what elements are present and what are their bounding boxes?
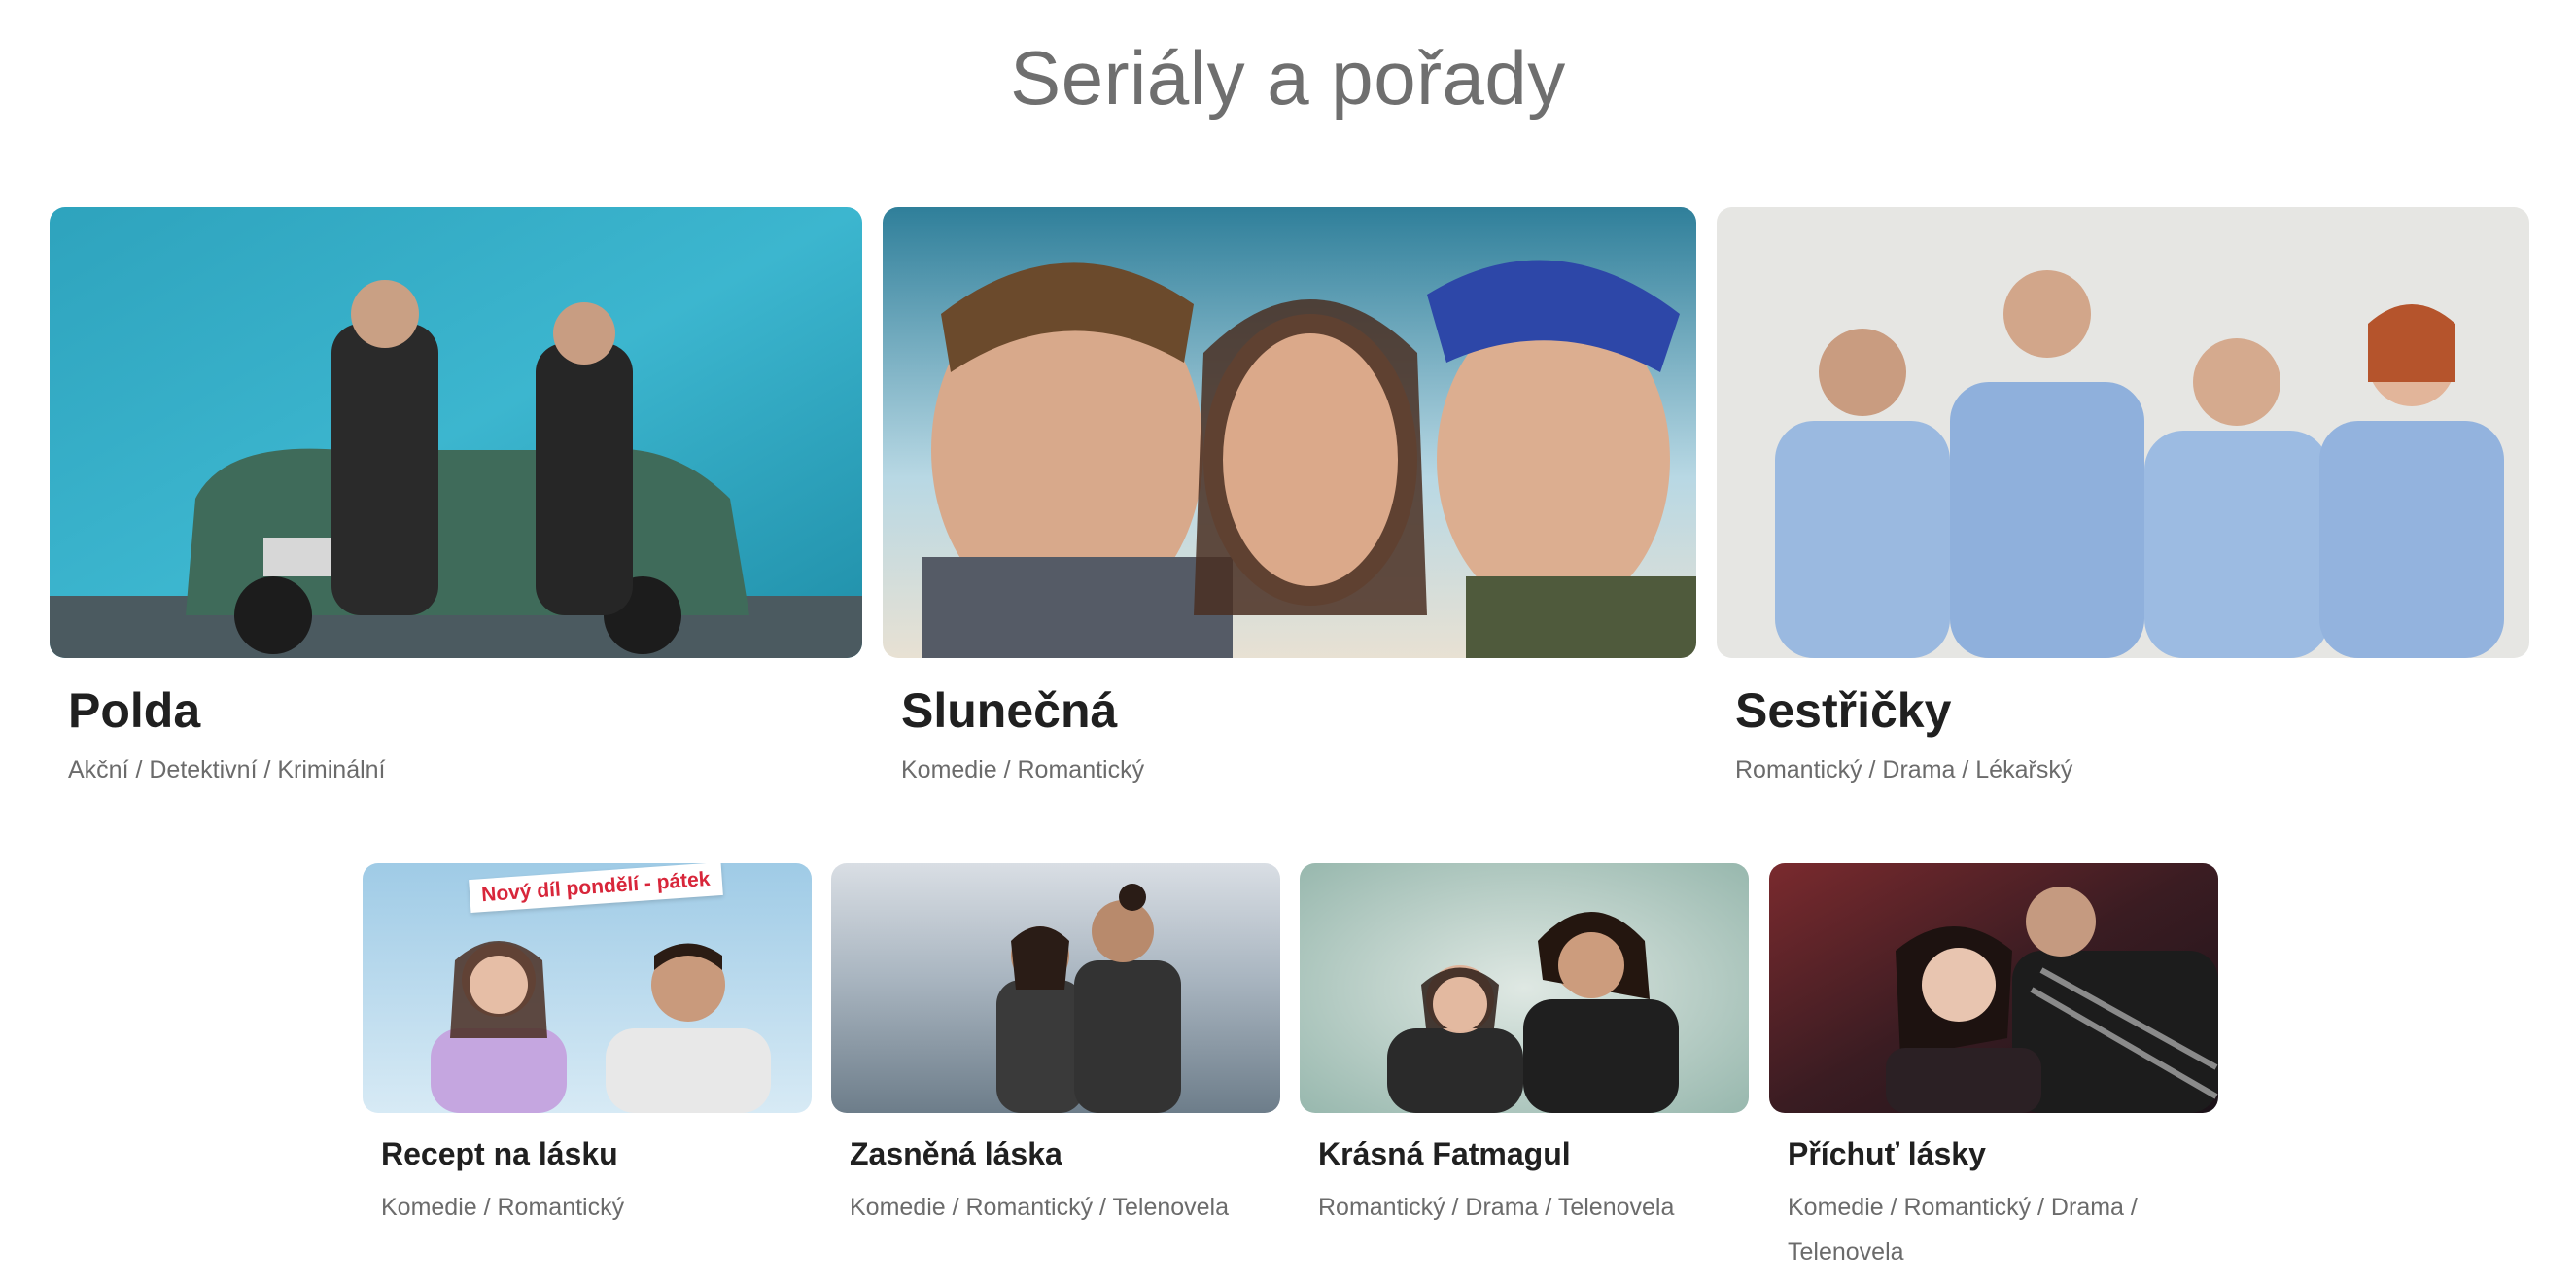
page-title: Seriály a pořady	[1010, 35, 1566, 121]
show-title[interactable]: Recept na lásku	[381, 1132, 812, 1175]
show-card-krasna-fatmagul[interactable]: Krásná Fatmagul Romantický / Drama / Tel…	[1300, 863, 1749, 1230]
show-genres: Romantický / Drama / Telenovela	[1318, 1194, 1675, 1221]
show-poster-krasna-fatmagul[interactable]	[1300, 863, 1749, 1113]
show-title[interactable]: Slunečná	[901, 679, 1696, 742]
show-card-prichut-lasky[interactable]: Příchuť lásky Komedie / Romantický / Dra…	[1769, 863, 2218, 1274]
show-genres: Komedie / Romantický	[381, 1194, 625, 1221]
show-genres: Komedie / Romantický / Telenovela	[850, 1194, 1230, 1221]
show-title[interactable]: Zasněná láska	[850, 1132, 1280, 1175]
show-title[interactable]: Krásná Fatmagul	[1318, 1132, 1749, 1175]
show-title[interactable]: Příchuť lásky	[1788, 1132, 2218, 1175]
show-genres: Komedie / Romantický	[901, 756, 1145, 783]
show-genres: Romantický / Drama / Lékařský	[1735, 756, 2073, 783]
show-genres: Komedie / Romantický / Drama / Telenovel…	[1788, 1194, 2138, 1266]
show-poster-polda[interactable]	[50, 207, 862, 658]
show-genres: Akční / Detektivní / Kriminální	[68, 756, 386, 783]
show-poster-prichut-lasky[interactable]	[1769, 863, 2218, 1113]
show-card-recept-na-lasku[interactable]: Nový díl pondělí - pátek Recept na lásku…	[363, 863, 812, 1230]
show-card-zasnena-laska[interactable]: Zasněná láska Komedie / Romantický / Tel…	[831, 863, 1280, 1230]
show-title[interactable]: Polda	[68, 679, 862, 742]
show-poster-sestricky[interactable]	[1717, 207, 2529, 658]
show-poster-zasnena-laska[interactable]	[831, 863, 1280, 1113]
show-poster-recept-na-lasku[interactable]: Nový díl pondělí - pátek	[363, 863, 812, 1113]
show-card-polda[interactable]: Polda Akční / Detektivní / Kriminální	[50, 207, 862, 786]
show-poster-slunecna[interactable]	[883, 207, 1696, 658]
show-card-sestricky[interactable]: Sestřičky Romantický / Drama / Lékařský	[1717, 207, 2529, 786]
show-title[interactable]: Sestřičky	[1735, 679, 2529, 742]
show-card-slunecna[interactable]: Slunečná Komedie / Romantický	[883, 207, 1696, 786]
